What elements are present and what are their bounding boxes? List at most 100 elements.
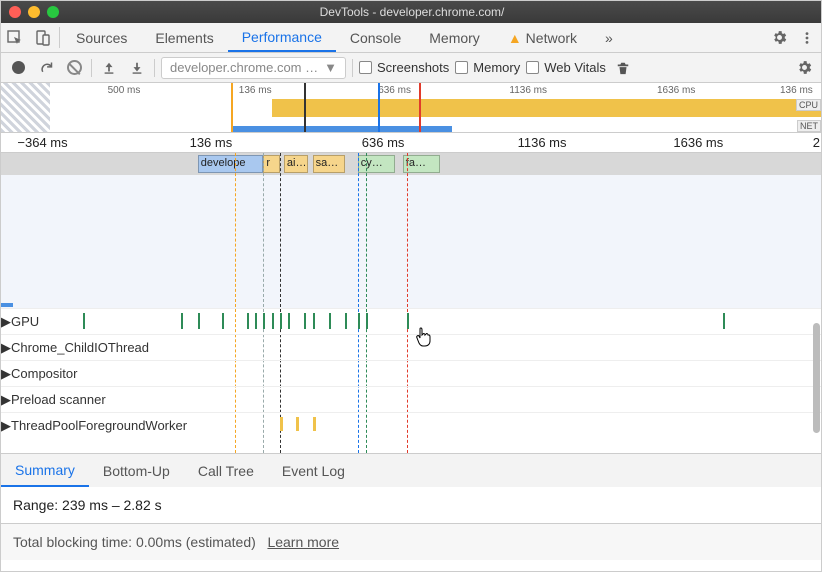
gpu-activity-tick <box>366 313 368 329</box>
tab-label: Summary <box>15 462 75 478</box>
tab-network[interactable]: ▲Network <box>494 23 591 52</box>
checkbox-icon <box>526 61 539 74</box>
ruler-tick: 636 ms <box>362 135 405 150</box>
performance-toolbar: developer.chrome.com … ▼ Screenshots Mem… <box>1 53 821 83</box>
ruler-tick: 2 <box>813 135 820 150</box>
track-row[interactable]: ▶Chrome_ChildIOThread <box>1 334 821 360</box>
window-title: DevTools - developer.chrome.com/ <box>59 5 765 19</box>
ruler-tick: −364 ms <box>17 135 67 150</box>
capture-settings-icon[interactable] <box>793 57 815 79</box>
overview-marker <box>304 83 306 132</box>
settings-icon[interactable] <box>765 23 793 52</box>
close-window-button[interactable] <box>9 6 21 18</box>
ruler-tick: 1636 ms <box>673 135 723 150</box>
tab-memory[interactable]: Memory <box>415 23 494 52</box>
overview-tick: 1136 ms <box>509 85 547 96</box>
tab-bottom-up[interactable]: Bottom-Up <box>89 454 184 487</box>
tab-summary[interactable]: Summary <box>1 454 89 487</box>
tab-label: Console <box>350 30 401 46</box>
zoom-window-button[interactable] <box>47 6 59 18</box>
window-titlebar: DevTools - developer.chrome.com/ <box>1 1 821 23</box>
timeline-ruler[interactable]: −364 ms136 ms636 ms1136 ms1636 ms2 <box>1 133 821 153</box>
load-profile-button[interactable] <box>98 57 120 79</box>
threadpool-activity-tick <box>313 417 316 431</box>
tab-label: Network <box>526 30 577 46</box>
overview-tick: 636 ms <box>378 85 411 96</box>
gpu-activity-tick <box>304 313 306 329</box>
traffic-lights <box>9 6 59 18</box>
tab-label: Bottom-Up <box>103 463 170 479</box>
device-toolbar-icon[interactable] <box>29 23 57 52</box>
overview-tick: 1636 ms <box>657 85 695 96</box>
overview-ruler: 500 ms136 ms636 ms1136 ms1636 ms136 ms <box>1 83 821 99</box>
ruler-tick: 1136 ms <box>518 135 567 150</box>
tab-label: Call Tree <box>198 463 254 479</box>
threadpool-activity-tick <box>280 417 283 431</box>
gpu-activity-tick <box>263 313 265 329</box>
overview-cpu-lane <box>1 99 821 117</box>
tab-label: Sources <box>76 30 127 46</box>
tab-call-tree[interactable]: Call Tree <box>184 454 268 487</box>
reload-record-button[interactable] <box>35 57 57 79</box>
track-row[interactable]: ▶Compositor <box>1 360 821 386</box>
clear-button[interactable] <box>63 57 85 79</box>
checkbox-label: Memory <box>473 60 520 75</box>
tab-sources[interactable]: Sources <box>62 23 141 52</box>
tab-label: Elements <box>155 30 213 46</box>
recording-label: developer.chrome.com … <box>170 60 318 75</box>
gpu-activity-tick <box>181 313 183 329</box>
tabs-overflow[interactable]: » <box>591 23 627 52</box>
gpu-activity-tick <box>345 313 347 329</box>
main-tabstrip: Sources Elements Performance Console Mem… <box>1 23 821 53</box>
details-tabstrip: Summary Bottom-Up Call Tree Event Log <box>1 453 821 487</box>
summary-pane: Range: 239 ms – 2.82 s <box>1 487 821 523</box>
screenshots-checkbox[interactable]: Screenshots <box>359 60 449 75</box>
warning-icon: ▲ <box>508 30 522 46</box>
overview-tick: 500 ms <box>108 85 141 96</box>
gpu-activity-tick <box>272 313 274 329</box>
tab-label: Memory <box>429 30 480 46</box>
gpu-activity-tick <box>280 313 282 329</box>
minimize-window-button[interactable] <box>28 6 40 18</box>
track-row[interactable]: ▶Preload scanner <box>1 386 821 412</box>
gpu-activity-tick <box>329 313 331 329</box>
overview-net-lane <box>1 126 821 132</box>
checkbox-label: Screenshots <box>377 60 449 75</box>
inspect-element-icon[interactable] <box>1 23 29 52</box>
checkbox-icon <box>359 61 372 74</box>
tbt-text: Total blocking time: 0.00ms (estimated) <box>13 534 256 550</box>
threadpool-activity-tick <box>296 417 299 431</box>
tab-console[interactable]: Console <box>336 23 415 52</box>
gpu-activity-tick <box>247 313 249 329</box>
tab-label: Event Log <box>282 463 345 479</box>
flame-chart-area[interactable]: ▶ Network developerai…sa…cy…fa… ▶GPU▶Chr… <box>1 153 821 453</box>
garbage-collect-button[interactable] <box>612 57 634 79</box>
track-label: Compositor <box>11 366 77 381</box>
gpu-activity-tick <box>198 313 200 329</box>
footer-bar: Total blocking time: 0.00ms (estimated) … <box>1 523 821 560</box>
gpu-activity-tick <box>313 313 315 329</box>
expand-arrow-icon: ▶ <box>1 392 11 408</box>
range-text: Range: 239 ms – 2.82 s <box>13 497 162 513</box>
tab-performance[interactable]: Performance <box>228 23 336 52</box>
cpu-lane-label: CPU <box>796 99 821 111</box>
tab-elements[interactable]: Elements <box>141 23 227 52</box>
expand-arrow-icon: ▶ <box>1 340 11 356</box>
expand-arrow-icon: ▶ <box>1 366 11 382</box>
gpu-activity-tick <box>407 313 409 329</box>
learn-more-link[interactable]: Learn more <box>267 534 339 550</box>
gpu-activity-tick <box>288 313 290 329</box>
save-profile-button[interactable] <box>126 57 148 79</box>
overview-tick: 136 ms <box>780 85 813 96</box>
record-button[interactable] <box>7 57 29 79</box>
vertical-scrollbar[interactable] <box>813 323 820 433</box>
kebab-menu-icon[interactable] <box>793 23 821 52</box>
gpu-activity-tick <box>255 313 257 329</box>
track-label: Preload scanner <box>11 392 106 407</box>
tab-label: Performance <box>242 29 322 45</box>
tab-event-log[interactable]: Event Log <box>268 454 359 487</box>
timeline-overview[interactable]: 500 ms136 ms636 ms1136 ms1636 ms136 ms C… <box>1 83 821 133</box>
web-vitals-checkbox[interactable]: Web Vitals <box>526 60 606 75</box>
recording-selector[interactable]: developer.chrome.com … ▼ <box>161 57 346 79</box>
memory-checkbox[interactable]: Memory <box>455 60 520 75</box>
